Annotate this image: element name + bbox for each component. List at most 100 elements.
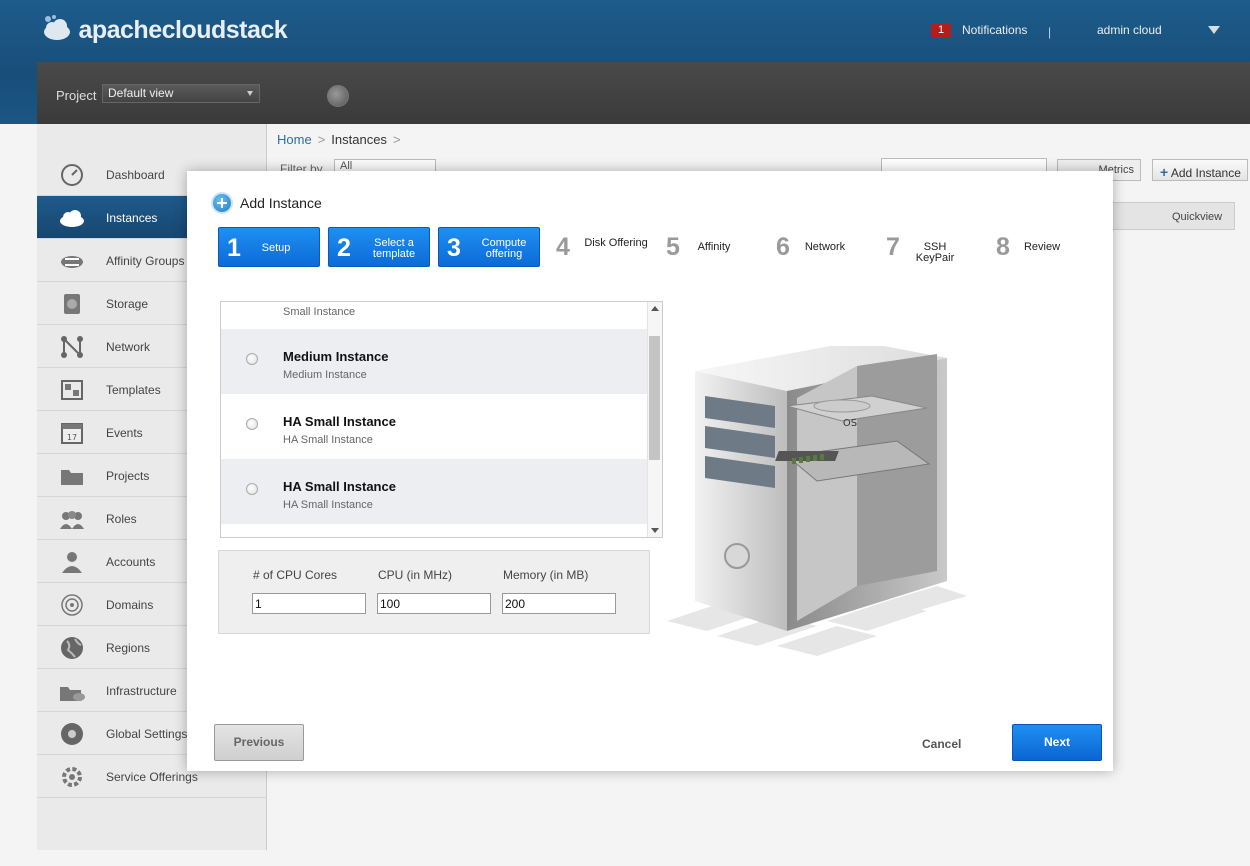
list-scrollbar[interactable] (647, 302, 662, 537)
scroll-thumb[interactable] (649, 336, 660, 460)
affinity-icon (59, 249, 85, 273)
breadcrumb-separator: > (317, 132, 326, 147)
step-disk-offering: 4 Disk Offering (548, 227, 648, 267)
settings-globe-icon (59, 722, 85, 746)
memory-input[interactable] (502, 593, 616, 614)
memory-label: Memory (in MB) (503, 568, 589, 582)
add-circle-icon (211, 192, 233, 214)
step-number: 1 (227, 234, 241, 262)
step-network: 6 Network (768, 227, 868, 267)
quickview-column-header: Quickview (1172, 211, 1223, 223)
globe-icon[interactable] (327, 85, 349, 107)
sidebar-item-label: Regions (106, 641, 151, 655)
step-label: Disk Offering (584, 237, 648, 249)
step-number: 7 (886, 233, 900, 261)
offering-radio[interactable] (246, 353, 258, 365)
sidebar-item-label: Service Offerings (106, 770, 198, 784)
sidebar-item-label: Infrastructure (106, 684, 177, 698)
project-label: Project (56, 88, 97, 103)
calendar-icon: 17 (59, 421, 85, 445)
breadcrumb-separator: > (392, 132, 401, 147)
step-number: 5 (666, 233, 680, 261)
step-label: Setup (261, 242, 291, 254)
step-ssh-keypair: 7 SSH KeyPair (878, 227, 978, 267)
step-select-template[interactable]: 2 Select a template (328, 227, 430, 267)
sidebar-item-label: Projects (106, 469, 150, 483)
step-label: Review (1023, 241, 1061, 253)
scroll-up-arrow-icon[interactable] (651, 306, 659, 311)
storage-icon (59, 292, 85, 316)
step-label: Network (804, 241, 846, 253)
step-compute-offering[interactable]: 3 Compute offering (438, 227, 540, 267)
offering-radio[interactable] (246, 418, 258, 430)
sidebar-item-label: Events (106, 426, 143, 440)
user-icon (59, 550, 85, 574)
sidebar-item-label: Instances (106, 211, 158, 225)
offering-name: HA Small Instance (283, 479, 396, 494)
breadcrumb-home[interactable]: Home (277, 132, 312, 147)
list-item[interactable]: HA Small Instance HA Small Instance (221, 394, 648, 459)
cpu-cores-label: # of CPU Cores (253, 568, 338, 582)
notifications-badge[interactable]: 1 (931, 23, 951, 38)
cloudstack-logo-icon (42, 14, 72, 42)
scroll-down-arrow-icon[interactable] (651, 528, 659, 533)
domains-icon (59, 593, 85, 617)
svg-text:17: 17 (67, 433, 77, 442)
cpu-mhz-label: CPU (in MHz) (378, 568, 452, 582)
step-number: 6 (776, 233, 790, 261)
step-label: Affinity (697, 241, 731, 253)
list-item[interactable]: Small Instance (221, 302, 648, 331)
step-label: SSH KeyPair (915, 241, 955, 264)
cpu-mhz-input[interactable] (377, 593, 491, 614)
list-item[interactable]: Medium Instance Medium Instance (221, 329, 648, 394)
plus-icon: + (1160, 164, 1169, 180)
add-instance-button[interactable]: + Add Instance (1152, 159, 1248, 181)
previous-button[interactable]: Previous (214, 724, 304, 761)
sidebar-item-label: Global Settings (106, 727, 188, 741)
sidebar-item-label: Dashboard (106, 168, 165, 182)
sidebar-item-label: Domains (106, 598, 154, 612)
step-number: 2 (337, 234, 351, 262)
cpu-cores-input[interactable] (252, 593, 366, 614)
add-instance-dialog: Add Instance 1 Setup 2 Select a template… (187, 171, 1113, 771)
step-affinity: 5 Affinity (658, 227, 758, 267)
offering-name: HA Small Instance (283, 414, 396, 429)
breadcrumb-current: Instances (331, 132, 387, 147)
roles-icon (59, 507, 85, 531)
step-number: 8 (996, 233, 1010, 261)
dialog-title: Add Instance (240, 195, 322, 211)
step-setup[interactable]: 1 Setup (218, 227, 320, 267)
step-label: Select a template (372, 237, 416, 260)
project-select[interactable]: Default view (102, 84, 260, 103)
user-menu-name[interactable]: admin cloud (1097, 23, 1162, 37)
step-number: 3 (447, 234, 461, 262)
cancel-button[interactable]: Cancel (922, 737, 961, 751)
breadcrumb: Home > Instances > (277, 132, 407, 147)
offering-description: Small Instance (283, 306, 356, 318)
add-instance-label: Add Instance (1170, 166, 1241, 180)
chevron-down-icon[interactable] (1208, 26, 1220, 34)
next-button[interactable]: Next (1012, 724, 1102, 761)
custom-compute-values: # of CPU Cores CPU (in MHz) Memory (in M… (218, 550, 650, 634)
sidebar-item-label: Affinity Groups (106, 254, 185, 268)
offering-radio[interactable] (246, 483, 258, 495)
logo[interactable]: apachecloudstack (42, 10, 288, 45)
list-item[interactable]: HA Small Instance HA Small Instance (221, 459, 648, 524)
network-icon (59, 335, 85, 359)
folder-icon (59, 464, 85, 488)
sidebar-item-label: Storage (106, 297, 149, 311)
templates-icon (59, 378, 85, 402)
gear-icon (59, 765, 85, 789)
project-bar: Project Default view (37, 62, 1250, 124)
cloud-icon (59, 206, 85, 230)
dashboard-icon (59, 163, 85, 187)
infrastructure-icon (59, 679, 85, 703)
step-number: 4 (556, 233, 570, 261)
notifications-link[interactable]: Notifications (962, 23, 1027, 37)
search-input[interactable] (881, 158, 1047, 172)
offering-name: Medium Instance (283, 349, 389, 364)
chevron-down-icon (247, 91, 253, 96)
sidebar-item-label: Templates (106, 383, 161, 397)
project-select-value: Default view (108, 86, 174, 100)
offering-description: HA Small Instance (283, 499, 373, 511)
